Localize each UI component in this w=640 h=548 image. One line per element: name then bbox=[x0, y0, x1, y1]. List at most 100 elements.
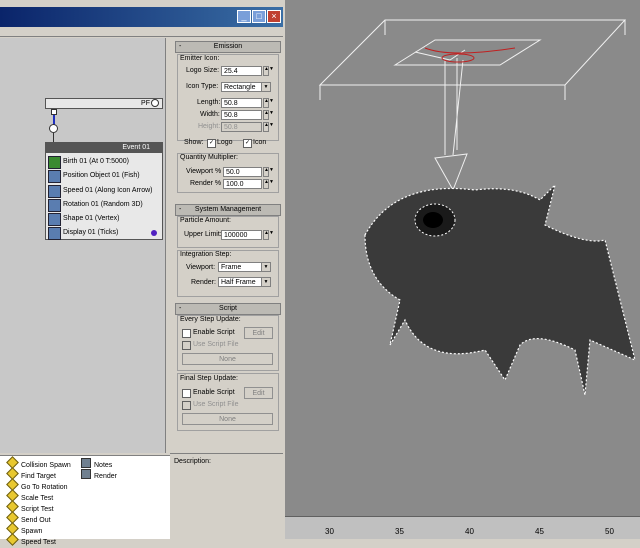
chevron-down-icon: ▼ bbox=[261, 263, 270, 271]
notes-icon bbox=[81, 458, 91, 468]
icon-label: Icon bbox=[253, 139, 267, 146]
depot-item[interactable]: Speed Test bbox=[6, 533, 56, 546]
rotation-icon bbox=[48, 199, 61, 212]
icon-checkbox[interactable]: ✓ bbox=[243, 139, 252, 148]
operator-row[interactable]: Shape 01 (Vertex) bbox=[48, 212, 162, 226]
logo-size-label: Logo Size: bbox=[186, 67, 220, 74]
depot-item[interactable]: Go To Rotation bbox=[6, 478, 68, 491]
title-bar[interactable]: _ □ × bbox=[0, 7, 283, 27]
icon-type-dropdown[interactable]: Rectangle ▼ bbox=[221, 82, 271, 92]
enable-final-script-checkbox[interactable] bbox=[182, 389, 191, 398]
display-color-swatch bbox=[151, 230, 157, 236]
system-management-rollout-header[interactable]: - System Management bbox=[175, 204, 281, 216]
viewport-scene bbox=[318, 19, 636, 396]
width-label: Width: bbox=[200, 111, 220, 118]
logo-checkbox[interactable]: ✓ bbox=[207, 139, 216, 148]
operator-row[interactable]: Rotation 01 (Random 3D) bbox=[48, 198, 162, 212]
fish-particles bbox=[364, 183, 636, 396]
tick-label: 35 bbox=[395, 527, 404, 536]
time-slider-ruler[interactable]: 30 35 40 45 50 bbox=[285, 516, 640, 539]
logo-size-spinner[interactable]: ▲▼ bbox=[263, 66, 274, 76]
integration-render-label: Render: bbox=[191, 279, 216, 286]
logo-size-field[interactable]: 25.4 bbox=[221, 66, 262, 76]
emitter-icon-label: Emitter Icon: bbox=[180, 55, 220, 62]
length-label: Length: bbox=[197, 99, 221, 106]
width-field[interactable]: 50.8 bbox=[221, 110, 262, 120]
input-socket[interactable] bbox=[49, 124, 58, 133]
depot-item[interactable]: Collision Spawn bbox=[6, 456, 71, 469]
depot-item[interactable]: Render bbox=[80, 469, 117, 480]
operator-depot: Collision Spawn Find Target Go To Rotati… bbox=[0, 455, 170, 546]
shape-icon bbox=[48, 213, 61, 226]
emitter-arrow bbox=[424, 47, 516, 54]
menu-strip bbox=[0, 27, 283, 37]
lightbulb-icon[interactable] bbox=[151, 99, 159, 107]
emitter-icon-wireframe bbox=[318, 19, 627, 192]
operator-row[interactable]: Display 01 (Ticks) bbox=[48, 226, 162, 240]
operator-row[interactable]: Speed 01 (Along Icon Arrow) bbox=[48, 184, 162, 198]
enable-final-script-label: Enable Script bbox=[193, 389, 235, 396]
minimize-icon[interactable]: _ bbox=[237, 10, 251, 23]
upper-limit-spinner[interactable]: ▲▼ bbox=[263, 230, 274, 240]
chevron-down-icon: ▼ bbox=[261, 83, 270, 91]
show-label: Show: bbox=[184, 139, 204, 146]
enable-script-label: Enable Script bbox=[193, 329, 235, 336]
description-panel: Description: bbox=[170, 453, 283, 539]
position-icon bbox=[48, 170, 61, 183]
birth-icon bbox=[48, 156, 61, 169]
height-spinner: ▲▼ bbox=[263, 122, 274, 132]
tick-label: 30 bbox=[325, 527, 334, 536]
upper-limit-label: Upper Limit: bbox=[184, 231, 222, 238]
enable-script-checkbox[interactable] bbox=[182, 329, 191, 338]
particle-view-window: _ □ × PF Event 01 Birth 01 (At 0 T:5000)… bbox=[0, 0, 285, 546]
chevron-down-icon: ▼ bbox=[261, 278, 270, 286]
tick-label: 50 bbox=[605, 527, 614, 536]
operator-row[interactable]: Birth 01 (At 0 T:5000) bbox=[48, 155, 162, 169]
final-script-file-button: None bbox=[182, 413, 273, 425]
perspective-viewport[interactable] bbox=[285, 0, 640, 516]
viewport-percent-label: Viewport % bbox=[186, 168, 222, 175]
test-icon bbox=[6, 533, 19, 546]
final-step-label: Final Step Update: bbox=[180, 375, 238, 382]
height-label: Height: bbox=[198, 123, 221, 130]
script-file-button: None bbox=[182, 353, 273, 365]
tick-label: 45 bbox=[535, 527, 544, 536]
render-percent-spinner[interactable]: ▲▼ bbox=[263, 179, 274, 189]
icon-type-label: Icon Type: bbox=[186, 83, 219, 90]
use-script-file-label: Use Script File bbox=[193, 341, 239, 348]
edit-script-button[interactable]: Edit bbox=[244, 327, 273, 339]
integration-step-label: Integration Step: bbox=[180, 251, 232, 258]
integration-viewport-label: Viewport: bbox=[186, 264, 216, 271]
length-spinner[interactable]: ▲▼ bbox=[263, 98, 274, 108]
depot-item[interactable]: Notes bbox=[80, 458, 112, 469]
upper-limit-field[interactable]: 100000 bbox=[221, 230, 262, 240]
display-icon bbox=[48, 227, 61, 240]
width-spinner[interactable]: ▲▼ bbox=[263, 110, 274, 120]
event-title: Event 01 bbox=[46, 143, 162, 153]
event-node[interactable]: Event 01 Birth 01 (At 0 T:5000) Position… bbox=[45, 142, 163, 240]
description-label: Description: bbox=[174, 458, 211, 465]
pf-source-node[interactable]: PF bbox=[45, 98, 163, 109]
parameters-panel: - Emission Emitter Icon: Logo Size: 25.4 … bbox=[170, 38, 283, 453]
logo-label: Logo bbox=[217, 139, 233, 146]
operator-row[interactable]: Position Object 01 (Fish) bbox=[48, 169, 162, 183]
script-rollout-header[interactable]: - Script bbox=[175, 303, 281, 315]
viewport-percent-field[interactable]: 50.0 bbox=[223, 167, 262, 177]
use-final-script-file-checkbox bbox=[182, 401, 191, 410]
integration-viewport-dropdown[interactable]: Frame ▼ bbox=[218, 262, 271, 272]
height-field: 50.8 bbox=[221, 122, 262, 132]
render-icon bbox=[81, 469, 91, 479]
render-percent-field[interactable]: 100.0 bbox=[223, 179, 262, 189]
close-icon[interactable]: × bbox=[267, 10, 281, 23]
emission-rollout-header[interactable]: - Emission bbox=[175, 41, 281, 53]
flow-canvas[interactable]: PF Event 01 Birth 01 (At 0 T:5000) Posit… bbox=[0, 38, 166, 453]
speed-icon bbox=[48, 185, 61, 198]
integration-render-dropdown[interactable]: Half Frame ▼ bbox=[218, 277, 271, 287]
quantity-multiplier-label: Quantity Multiplier: bbox=[180, 154, 238, 161]
edit-final-script-button[interactable]: Edit bbox=[244, 387, 273, 399]
render-percent-label: Render % bbox=[190, 180, 222, 187]
every-step-label: Every Step Update: bbox=[180, 316, 241, 323]
length-field[interactable]: 50.8 bbox=[221, 98, 262, 108]
maximize-icon[interactable]: □ bbox=[252, 10, 266, 23]
viewport-percent-spinner[interactable]: ▲▼ bbox=[263, 167, 274, 177]
